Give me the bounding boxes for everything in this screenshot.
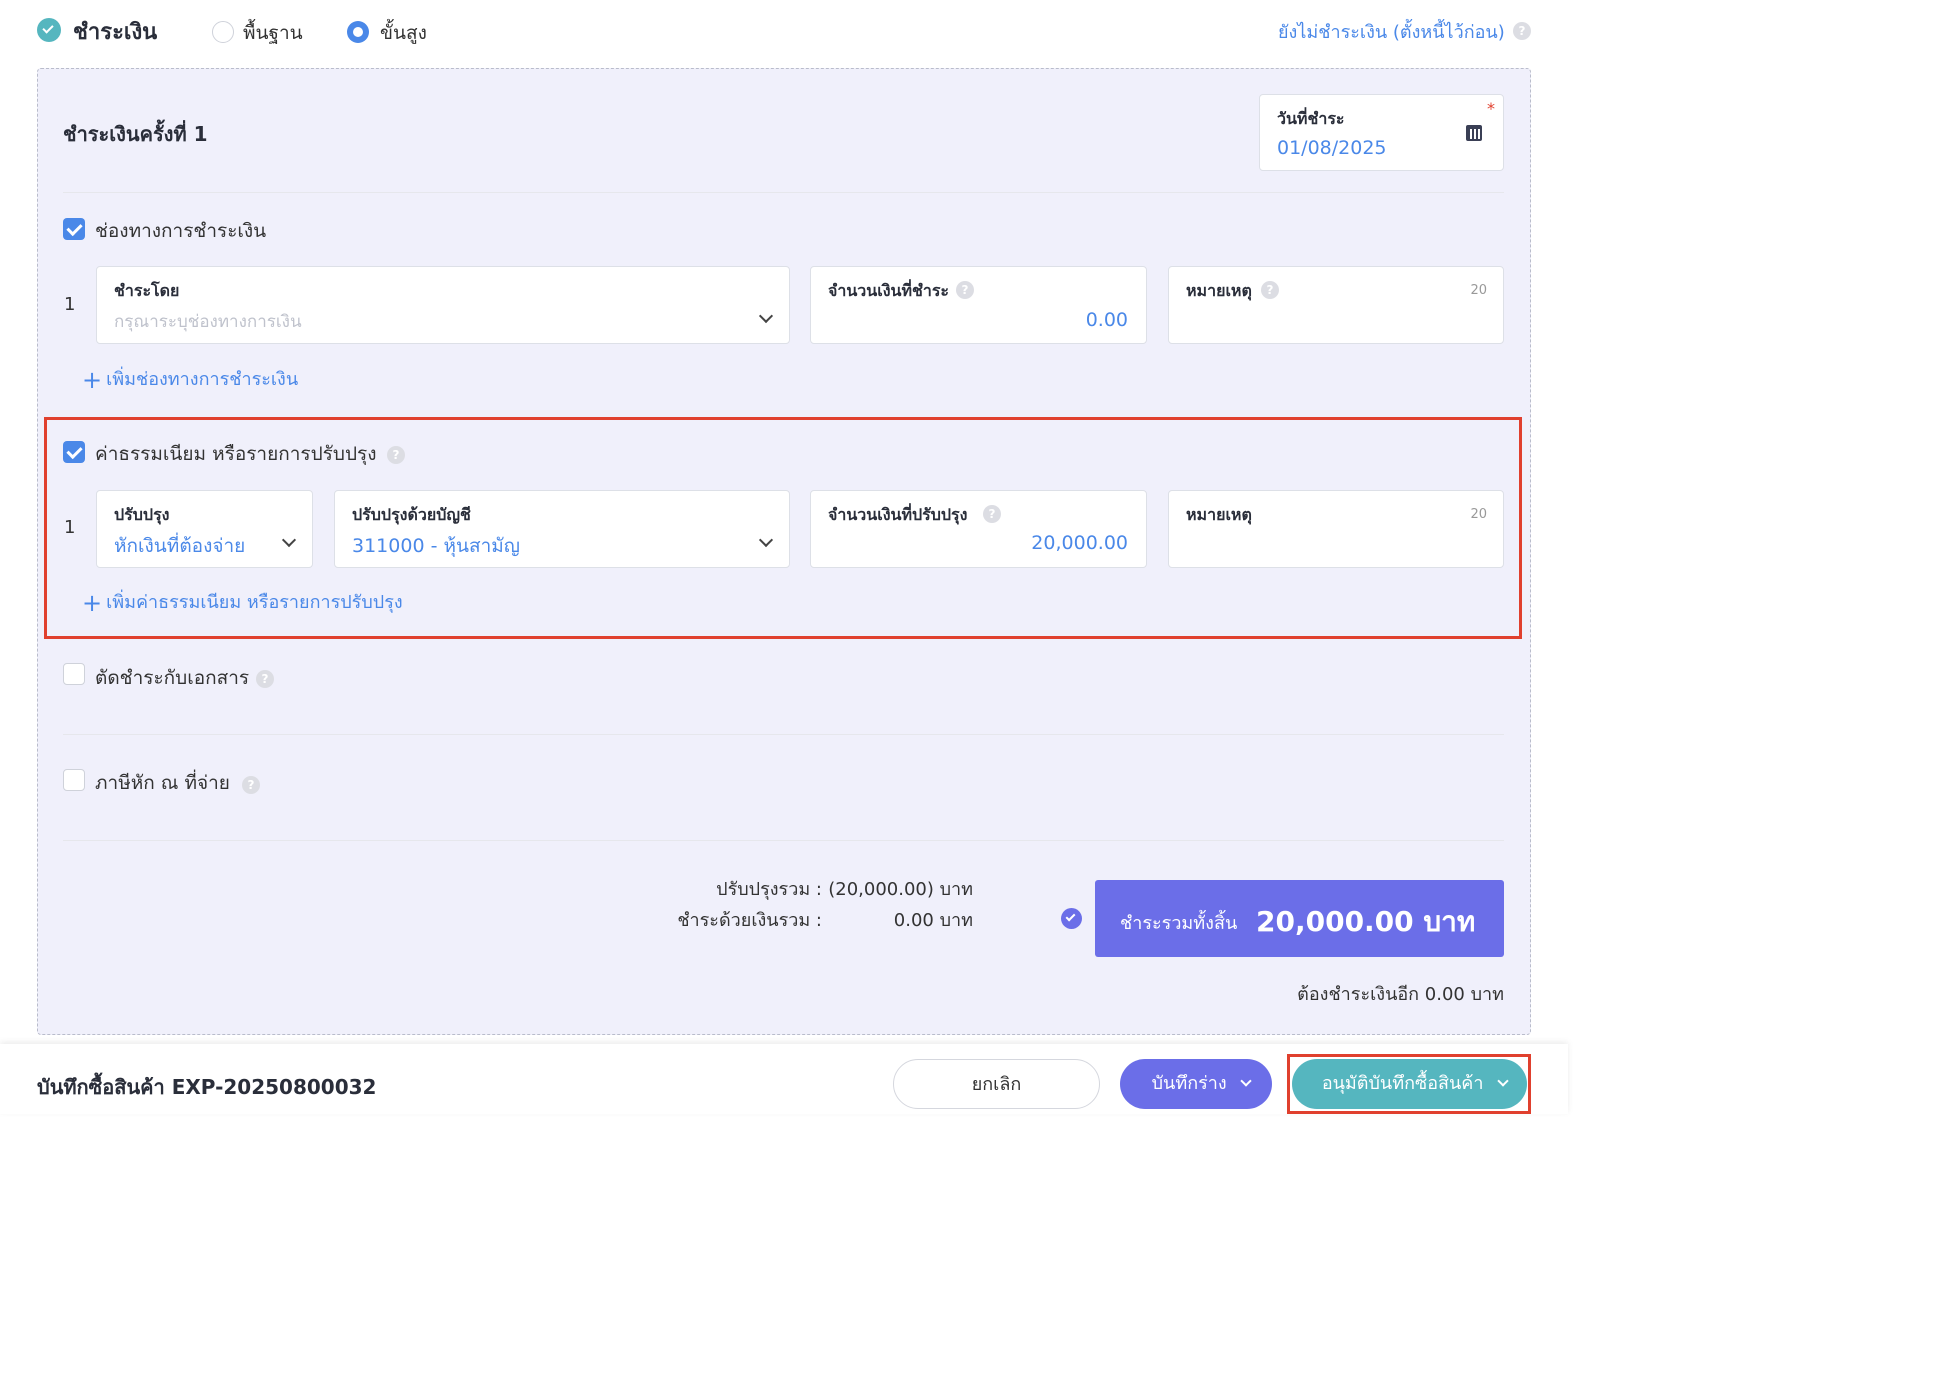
adjust-type-select[interactable]: ปรับปรุง หักเงินที่ต้องจ่าย — [96, 490, 313, 568]
help-icon: ? — [242, 776, 260, 794]
payment-round-title: ชำระเงินครั้งที่ 1 — [63, 122, 208, 146]
grand-total-box: ชำระรวมทั้งสิ้น 20,000.00 บาท — [1095, 880, 1504, 957]
adjust-account-label: ปรับปรุงด้วยบัญชี — [352, 505, 471, 524]
approve-button[interactable]: อนุมัติบันทึกซื้อสินค้า — [1292, 1059, 1527, 1109]
pay-by-placeholder: กรุณาระบุช่องทางการเงิน — [114, 312, 302, 332]
offset-document-checkbox[interactable] — [63, 663, 85, 685]
grand-total-value: 20,000.00 บาท — [1256, 905, 1476, 938]
chevron-down-icon — [1497, 1075, 1509, 1087]
payment-date-label: วันที่ชำระ — [1277, 109, 1345, 128]
char-counter: 20 — [1470, 507, 1487, 522]
help-icon: ? — [1261, 281, 1279, 299]
mode-basic-radio[interactable] — [212, 21, 234, 43]
fees-label: ค่าธรรมเนียม หรือรายการปรับปรุง — [95, 443, 377, 465]
offset-document-label: ตัดชำระกับเอกสาร — [95, 667, 250, 689]
divider — [63, 192, 1504, 193]
plus-icon: + — [82, 366, 103, 394]
chevron-down-icon — [1240, 1075, 1253, 1087]
adjust-amount-label: จำนวนเงินที่ปรับปรุง — [828, 505, 968, 524]
adjust-type-label: ปรับปรุง — [114, 505, 170, 524]
add-payment-channel-label: เพิ่มช่องทางการชำระเงิน — [106, 369, 299, 390]
fees-checkbox[interactable] — [63, 441, 85, 463]
adjust-type-value: หักเงินที่ต้องจ่าย — [114, 535, 246, 557]
mode-advanced-radio[interactable] — [347, 21, 369, 43]
unpaid-link[interactable]: ยังไม่ชำระเงิน (ตั้งหนี้ไว้ก่อน) — [1278, 17, 1505, 46]
add-payment-channel-link[interactable]: + เพิ่มช่องทางการชำระเงิน — [82, 364, 298, 394]
help-icon: ? — [256, 670, 274, 688]
remaining-amount: ต้องชำระเงินอีก 0.00 บาท — [1297, 984, 1504, 1005]
cash-total-label: ชำระด้วยเงินรวม : — [677, 910, 822, 931]
help-icon: ? — [983, 505, 1001, 523]
pay-amount-field[interactable]: จำนวนเงินที่ชำระ ? 0.00 — [810, 266, 1147, 344]
save-draft-button[interactable]: บันทึกร่าง — [1120, 1059, 1272, 1109]
grand-total-label: ชำระรวมทั้งสิ้น — [1120, 913, 1238, 934]
pay-by-select[interactable]: ชำระโดย กรุณาระบุช่องทางการเงิน — [96, 266, 790, 344]
pay-by-label: ชำระโดย — [114, 281, 180, 300]
char-counter: 20 — [1470, 283, 1487, 298]
divider — [63, 840, 1504, 841]
help-icon: ? — [1513, 22, 1531, 40]
payment-page: ชำระเงิน พื้นฐาน ขั้นสูง ยังไม่ชำระเงิน … — [0, 0, 1568, 1114]
adjust-amount-value: 20,000.00 — [1031, 532, 1128, 554]
pay-amount-value: 0.00 — [1085, 309, 1128, 331]
add-fee-label: เพิ่มค่าธรรมเนียม หรือรายการปรับปรุง — [106, 592, 403, 613]
adjust-account-select[interactable]: ปรับปรุงด้วยบัญชี 311000 - หุ้นสามัญ — [334, 490, 790, 568]
pay-amount-label: จำนวนเงินที่ชำระ — [828, 281, 950, 300]
withholding-tax-label: ภาษีหัก ณ ที่จ่าย — [95, 772, 230, 794]
adjust-note-field[interactable]: หมายเหตุ 20 — [1168, 490, 1504, 568]
adjust-account-value: 311000 - หุ้นสามัญ — [352, 535, 520, 557]
header-check-icon — [37, 18, 61, 42]
adjust-note-label: หมายเหตุ — [1186, 505, 1252, 524]
adjust-total-value: (20,000.00) บาท — [828, 879, 973, 900]
payment-channel-checkbox[interactable] — [63, 218, 85, 240]
chevron-down-icon — [758, 532, 774, 548]
divider — [63, 734, 1504, 735]
fees-row-number: 1 — [64, 517, 76, 538]
adjust-amount-field[interactable]: จำนวนเงินที่ปรับปรุง ? 20,000.00 — [810, 490, 1147, 568]
pay-note-field[interactable]: หมายเหตุ ? 20 — [1168, 266, 1504, 344]
cancel-button[interactable]: ยกเลิก — [893, 1059, 1100, 1109]
approve-label: อนุมัติบันทึกซื้อสินค้า — [1321, 1073, 1484, 1094]
adjust-total-label: ปรับปรุงรวม : — [716, 879, 822, 900]
document-title: บันทึกซื้อสินค้า EXP-20250800032 — [37, 1075, 377, 1099]
save-draft-label: บันทึกร่าง — [1151, 1073, 1227, 1094]
cash-total-value: 0.00 บาท — [893, 910, 973, 931]
payment-date-field[interactable]: วันที่ชำระ * 01/08/2025 — [1259, 94, 1504, 171]
help-icon: ? — [956, 281, 974, 299]
channel-row-number: 1 — [64, 294, 76, 315]
chevron-down-icon — [281, 532, 297, 548]
check-circle-icon — [1061, 908, 1082, 929]
pay-note-label: หมายเหตุ — [1186, 281, 1252, 300]
plus-icon: + — [82, 589, 103, 617]
withholding-tax-checkbox[interactable] — [63, 769, 85, 791]
payment-date-value: 01/08/2025 — [1277, 137, 1387, 159]
section-title: ชำระเงิน — [73, 20, 158, 45]
mode-advanced-label[interactable]: ขั้นสูง — [380, 18, 427, 48]
payment-channel-label: ช่องทางการชำระเงิน — [95, 220, 267, 242]
calendar-icon[interactable] — [1466, 125, 1482, 141]
mode-basic-label[interactable]: พื้นฐาน — [243, 18, 303, 48]
add-fee-link[interactable]: + เพิ่มค่าธรรมเนียม หรือรายการปรับปรุง — [82, 587, 403, 617]
help-icon: ? — [387, 446, 405, 464]
required-mark: * — [1487, 99, 1495, 118]
chevron-down-icon — [758, 308, 774, 324]
